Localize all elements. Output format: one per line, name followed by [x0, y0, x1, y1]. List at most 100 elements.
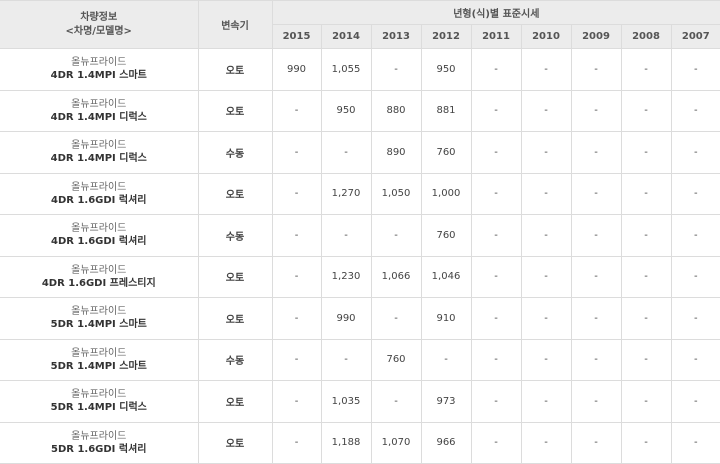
table-row: 올뉴프라이드 4DR 1.6GDI 럭셔리 오토 -1,270 1,050 1,000- -… [0, 172, 720, 215]
year-header-2012: 2012 [420, 24, 472, 49]
price-cell: - [520, 255, 572, 298]
price-cell: - [271, 297, 322, 340]
price-cell: - [271, 380, 322, 423]
price-cell: - [670, 214, 720, 257]
price-cell: - [520, 48, 572, 91]
car-name: 올뉴프라이드 [71, 306, 127, 318]
price-cell: - [520, 380, 572, 423]
transmission-cell: 수동 [197, 214, 273, 257]
year-header-2007: 2007 [670, 24, 720, 49]
price-cell: - [271, 421, 322, 464]
price-cell: 990 [320, 297, 372, 340]
table-row: 올뉴프라이드 5DR 1.4MPI 스마트 수동 - -760- - - - - - [0, 338, 720, 381]
model-name: 4DR 1.6GDI 럭셔리 [51, 236, 147, 248]
model-cell: 올뉴프라이드 5DR 1.4MPI 디럭스 [0, 380, 199, 423]
transmission-cell: 오토 [197, 380, 273, 423]
model-cell: 올뉴프라이드 5DR 1.4MPI 스마트 [0, 297, 199, 340]
car-name: 올뉴프라이드 [71, 389, 127, 401]
price-cell: - [320, 338, 372, 381]
year-header-2013: 2013 [370, 24, 422, 49]
model-name: 4DR 1.4MPI 디럭스 [50, 153, 147, 165]
model-cell: 올뉴프라이드 4DR 1.4MPI 디럭스 [0, 89, 199, 132]
model-name: 5DR 1.4MPI 스마트 [50, 319, 147, 331]
price-cell: - [620, 380, 672, 423]
price-cell: 1,070 [370, 421, 422, 464]
price-cell: - [670, 89, 720, 132]
vehicle-info-subtitle: <차명/모델명> [65, 25, 132, 37]
price-cell: - [470, 48, 522, 91]
price-cell: - [670, 48, 720, 91]
model-cell: 올뉴프라이드 4DR 1.6GDI 럭셔리 [0, 214, 199, 257]
price-cell: - [570, 338, 622, 381]
model-name: 4DR 1.4MPI 스마트 [50, 70, 147, 82]
price-cell: - [271, 338, 322, 381]
car-name: 올뉴프라이드 [71, 223, 127, 235]
price-cell: - [570, 172, 622, 215]
price-cell: 1,050 [370, 172, 422, 215]
price-cell: - [470, 255, 522, 298]
price-cell: 1,066 [370, 255, 422, 298]
price-cell: - [470, 297, 522, 340]
model-name: 4DR 1.6GDI 프레스티지 [41, 277, 156, 289]
model-cell: 올뉴프라이드 5DR 1.6GDI 럭셔리 [0, 421, 199, 464]
transmission-cell: 오토 [197, 421, 273, 464]
price-cell: - [570, 214, 622, 257]
transmission-header: 변속기 [197, 0, 273, 49]
car-name: 올뉴프라이드 [71, 347, 127, 359]
price-cell: - [420, 338, 472, 381]
transmission-cell: 오토 [197, 255, 273, 298]
car-name: 올뉴프라이드 [71, 57, 127, 69]
price-cell: - [670, 131, 720, 174]
model-cell: 올뉴프라이드 4DR 1.6GDI 프레스티지 [0, 255, 199, 298]
price-cell: 910 [420, 297, 472, 340]
price-cell: - [620, 255, 672, 298]
transmission-cell: 오토 [197, 89, 273, 132]
price-cell: - [670, 421, 720, 464]
model-name: 5DR 1.4MPI 스마트 [50, 360, 147, 372]
price-cell: - [271, 214, 322, 257]
price-cell: - [620, 421, 672, 464]
vehicle-info-title: 차량정보 [80, 11, 118, 23]
model-cell: 올뉴프라이드 5DR 1.4MPI 스마트 [0, 338, 199, 381]
table-row: 올뉴프라이드 5DR 1.6GDI 럭셔리 오토 -1,188 1,070 966- - - -… [0, 421, 720, 464]
price-cell: - [570, 131, 622, 174]
price-cell: - [470, 338, 522, 381]
price-cell: - [470, 89, 522, 132]
price-cell: 1,055 [320, 48, 372, 91]
price-cell: 990 [271, 48, 322, 91]
price-cell: - [470, 172, 522, 215]
price-cell: 950 [420, 48, 472, 91]
price-cell: - [370, 48, 422, 91]
car-name: 올뉴프라이드 [71, 140, 127, 152]
model-name: 5DR 1.4MPI 디럭스 [50, 402, 147, 414]
price-cell: 1,188 [320, 421, 372, 464]
model-name: 4DR 1.4MPI 디럭스 [50, 111, 147, 123]
price-cell: - [570, 421, 622, 464]
table-body: 올뉴프라이드 4DR 1.4MPI 스마트 오토 990 1,055-950- - - - - 올… [0, 48, 720, 464]
price-cell: 1,035 [320, 380, 372, 423]
price-cell: - [320, 214, 372, 257]
price-cell: 890 [370, 131, 422, 174]
price-cell: - [370, 214, 422, 257]
model-name: 5DR 1.6GDI 럭셔리 [51, 443, 147, 455]
table-row: 올뉴프라이드 4DR 1.4MPI 디럭스 오토 -950 880 881- - - - - [0, 89, 720, 132]
table-row: 올뉴프라이드 5DR 1.4MPI 스마트 오토 -990-910- - - - - [0, 297, 720, 340]
price-cell: - [470, 421, 522, 464]
price-cell: - [370, 297, 422, 340]
price-cell: 1,270 [320, 172, 372, 215]
price-cell: - [470, 380, 522, 423]
price-cell: - [620, 48, 672, 91]
price-cell: 1,046 [420, 255, 472, 298]
transmission-cell: 오토 [197, 48, 273, 91]
price-cell: - [670, 255, 720, 298]
table-row: 올뉴프라이드 4DR 1.6GDI 럭셔리 수동 - - -760- - - - - [0, 214, 720, 257]
model-name: 4DR 1.6GDI 럭셔리 [51, 194, 147, 206]
price-cell: 760 [370, 338, 422, 381]
price-cell: - [620, 89, 672, 132]
year-header-2008: 2008 [620, 24, 672, 49]
price-cell: - [620, 131, 672, 174]
table-header: 차량정보 <차명/모델명> 변속기 년형(식)별 표준시세 2015 2014 20… [0, 0, 720, 49]
price-cell: - [520, 297, 572, 340]
table-row: 올뉴프라이드 4DR 1.6GDI 프레스티지 오토 -1,230 1,066 1,046… [0, 255, 720, 298]
price-cell: - [320, 131, 372, 174]
